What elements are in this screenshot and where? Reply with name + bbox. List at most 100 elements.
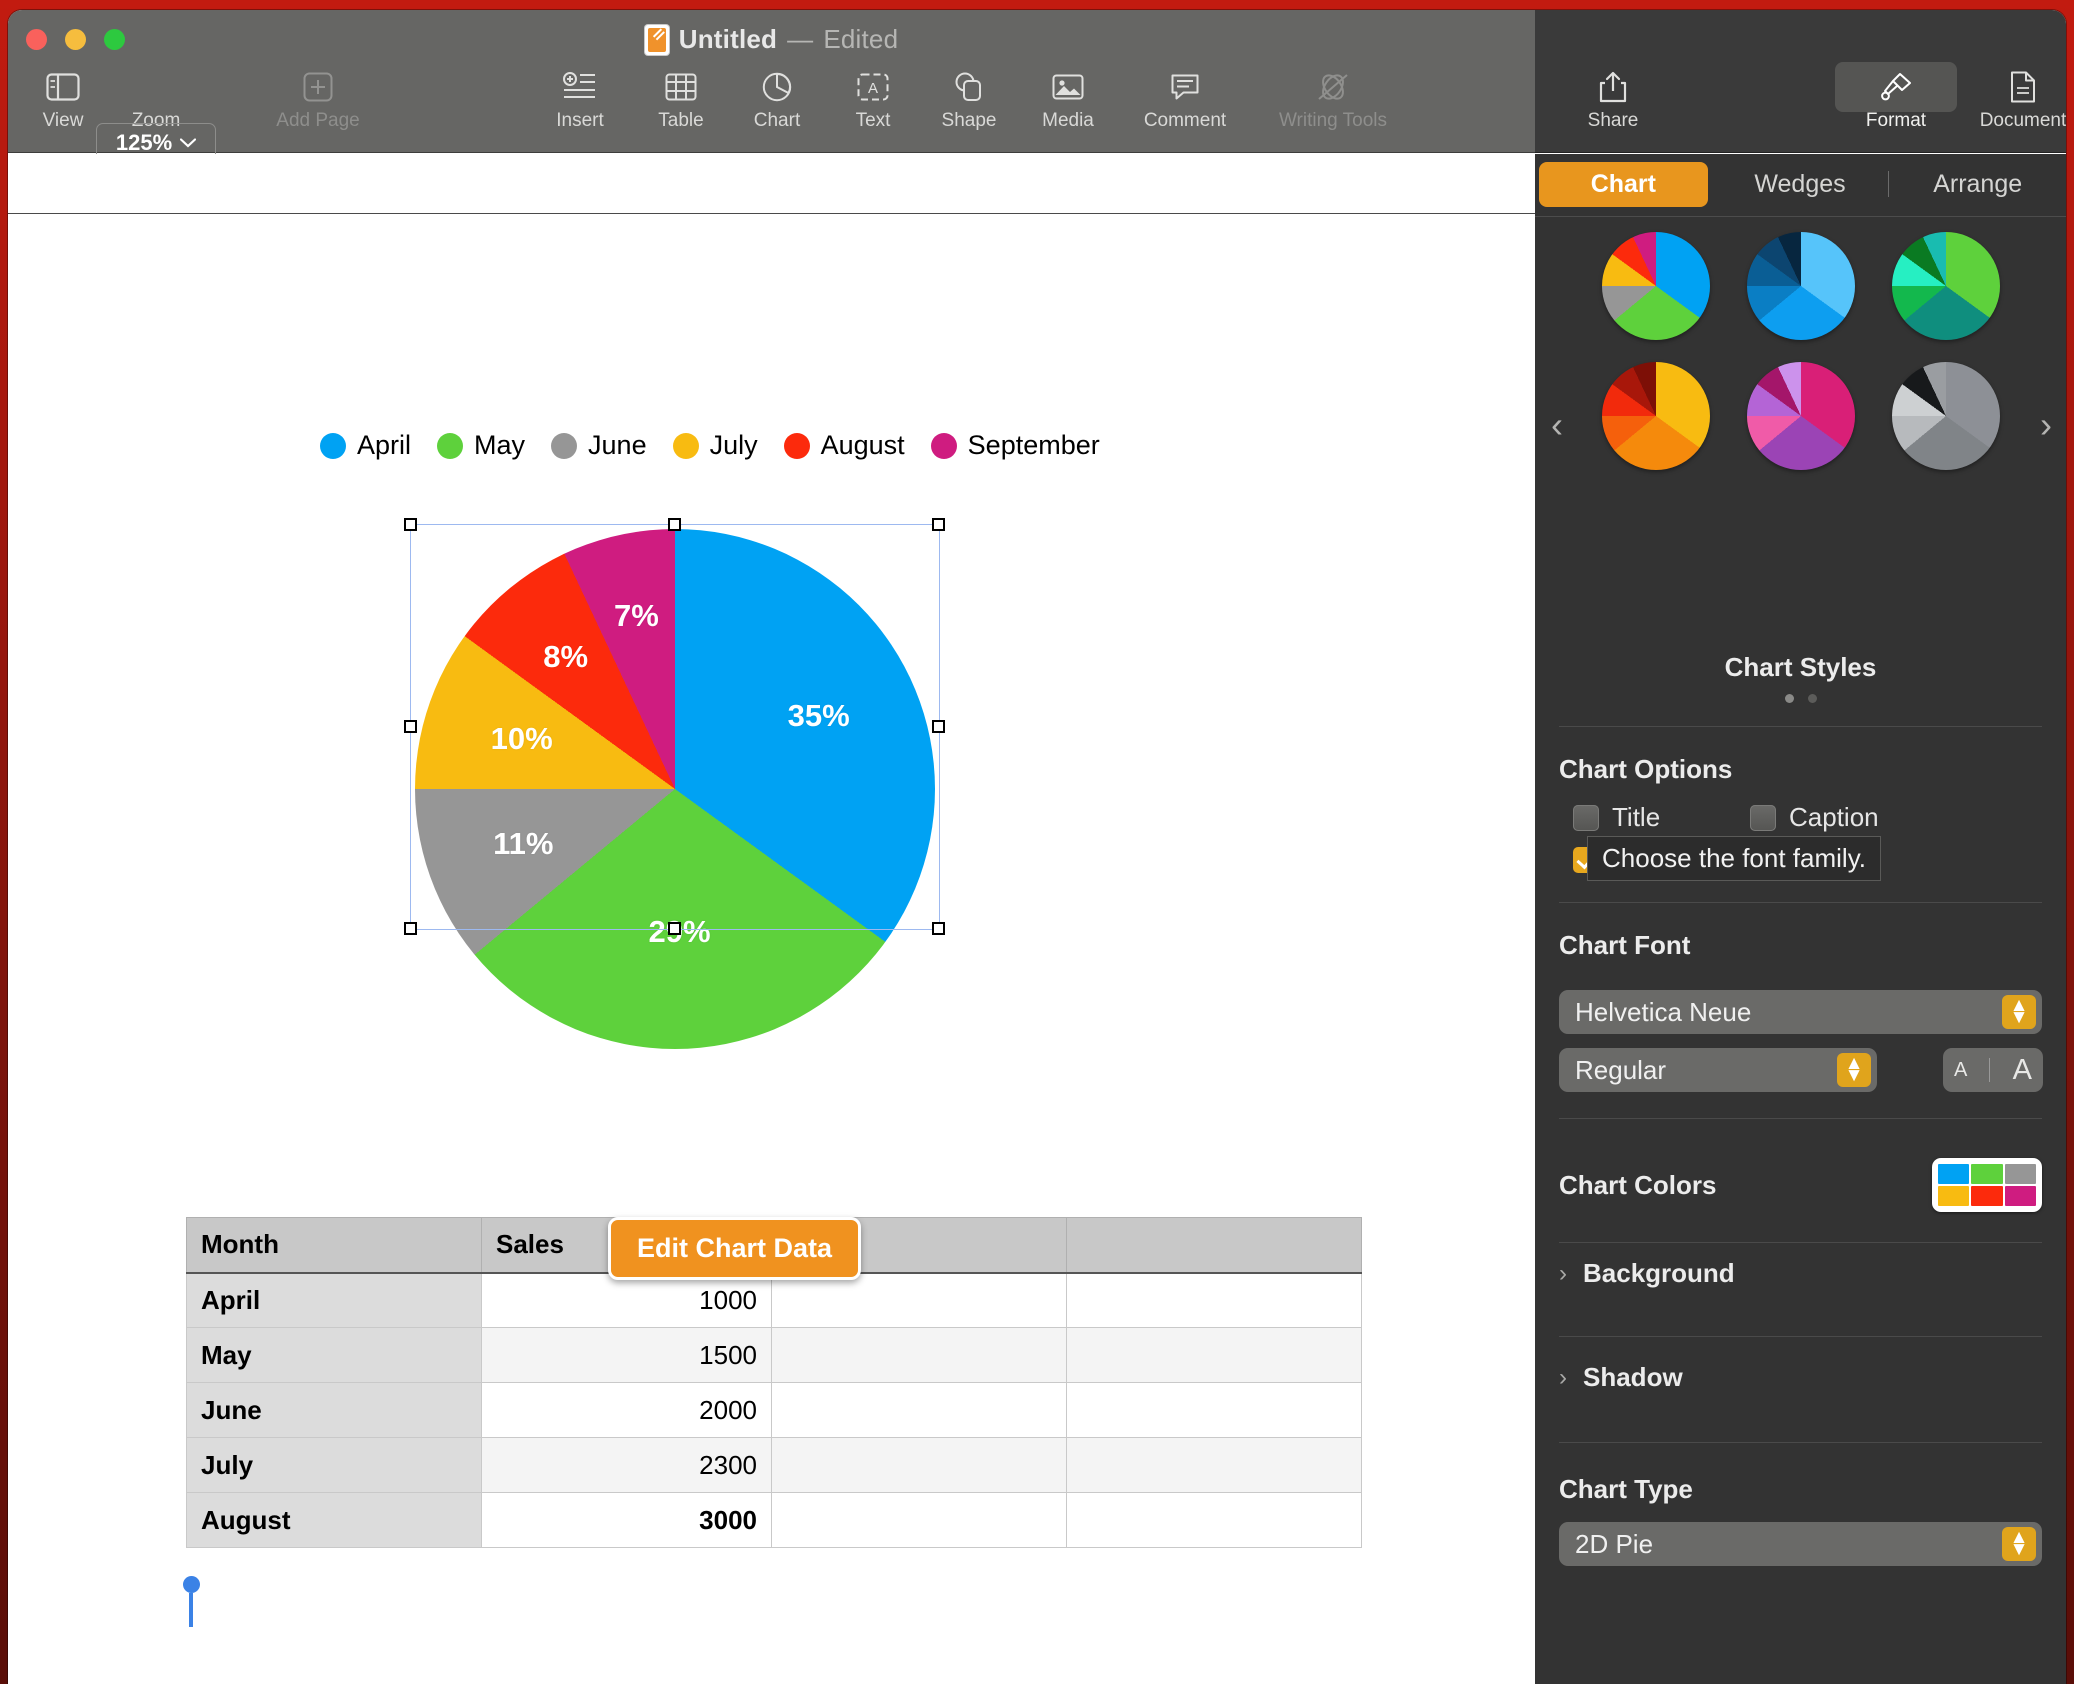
- cell-sales[interactable]: 3000: [481, 1492, 772, 1548]
- cell-month[interactable]: August: [186, 1492, 482, 1548]
- color-swatch: [1971, 1186, 2003, 1206]
- chart-style-thumb-1[interactable]: [1601, 232, 1710, 340]
- divider: [1559, 726, 2042, 727]
- legend-item-september[interactable]: September: [930, 430, 1100, 461]
- checkbox-caption[interactable]: Caption: [1750, 802, 1879, 833]
- tab-arrange[interactable]: Arrange: [1893, 162, 2062, 207]
- share-icon: [1599, 66, 1627, 108]
- chart-style-thumb-3[interactable]: [1891, 232, 2000, 340]
- checkbox-box[interactable]: [1750, 804, 1776, 831]
- checkbox-label: Title: [1612, 802, 1661, 832]
- legend-item-april[interactable]: April: [320, 430, 411, 461]
- legend-item-july[interactable]: July: [672, 430, 758, 461]
- chart-font-title: Chart Font: [1559, 930, 1691, 960]
- edit-chart-data-button[interactable]: Edit Chart Data: [608, 1217, 862, 1280]
- cell-col3[interactable]: [771, 1272, 1067, 1328]
- chart-type-label: Chart Type: [1559, 1474, 1693, 1504]
- page-dot-2[interactable]: [1807, 694, 1817, 703]
- chart-selection-frame[interactable]: [404, 518, 945, 935]
- resize-handle-middle-left[interactable]: [404, 720, 417, 733]
- cursor-handle-dot[interactable]: [183, 1576, 200, 1593]
- page-dot-1[interactable]: [1784, 694, 1794, 703]
- legend-label: June: [588, 430, 647, 460]
- divider: [1559, 1118, 2042, 1119]
- cell-col4[interactable]: [1066, 1382, 1362, 1438]
- toolbar-format-button[interactable]: Format: [1836, 66, 1956, 132]
- toolbar-media-button[interactable]: Media: [1008, 66, 1128, 132]
- chart-style-thumb-4[interactable]: [1601, 362, 1710, 470]
- cell-sales[interactable]: 2300: [481, 1437, 772, 1493]
- cell-month[interactable]: April: [186, 1272, 482, 1328]
- toolbar-add-page-button[interactable]: Add Page: [258, 66, 378, 132]
- decrease-font-size-button[interactable]: A: [1954, 1059, 1967, 1082]
- legend-item-june[interactable]: June: [551, 430, 647, 461]
- font-size-buttons[interactable]: A A: [1943, 1048, 2043, 1092]
- font-family-select[interactable]: Helvetica Neue ▲ ▼: [1559, 990, 2042, 1034]
- cell-col3[interactable]: [771, 1382, 1067, 1438]
- toolbar-comment-button[interactable]: Comment: [1125, 66, 1245, 132]
- cell-sales[interactable]: 1500: [481, 1327, 772, 1383]
- table-row[interactable]: June 2000: [186, 1382, 1362, 1438]
- background-section-toggle[interactable]: › Background: [1559, 1258, 1735, 1289]
- chart-style-thumb-2[interactable]: [1746, 232, 1855, 340]
- chart-style-thumb-5[interactable]: [1746, 362, 1855, 470]
- resize-handle-middle-right[interactable]: [932, 720, 945, 733]
- legend-swatch: [783, 432, 810, 459]
- chart-style-thumb-6[interactable]: [1891, 362, 2000, 470]
- checkbox-title[interactable]: Title: [1573, 802, 1660, 833]
- cell-month[interactable]: May: [186, 1327, 482, 1383]
- legend-item-may[interactable]: May: [437, 430, 525, 461]
- resize-handle-top-right[interactable]: [932, 518, 945, 531]
- resize-handle-bottom-left[interactable]: [404, 922, 417, 935]
- increase-font-size-button[interactable]: A: [2013, 1054, 2032, 1087]
- cell-col3[interactable]: [771, 1492, 1067, 1548]
- toolbar-view-label: View: [42, 110, 84, 131]
- table-row[interactable]: May 1500: [186, 1327, 1362, 1383]
- chevron-left-icon[interactable]: ‹: [1551, 404, 1563, 446]
- stepper-icon[interactable]: ▲ ▼: [2002, 995, 2036, 1029]
- legend-item-august[interactable]: August: [783, 430, 905, 461]
- table-row[interactable]: August 3000: [186, 1492, 1362, 1548]
- table-header-month[interactable]: Month: [186, 1217, 482, 1274]
- toolbar-writing-tools-label: Writing Tools: [1278, 110, 1388, 131]
- table-icon: [665, 66, 697, 108]
- font-style-select[interactable]: Regular ▲ ▼: [1559, 1048, 1877, 1092]
- toolbar-share-button[interactable]: Share: [1553, 66, 1673, 132]
- cell-month[interactable]: June: [186, 1382, 482, 1438]
- cell-col4[interactable]: [1066, 1272, 1362, 1328]
- checkbox-box[interactable]: [1573, 804, 1599, 831]
- chart-colors-swatch[interactable]: [1932, 1158, 2042, 1212]
- resize-handle-bottom-center[interactable]: [668, 922, 681, 935]
- cell-sales[interactable]: 2000: [481, 1382, 772, 1438]
- stepper-icon[interactable]: ▲ ▼: [1837, 1053, 1871, 1087]
- writing-tools-icon: [1316, 66, 1350, 108]
- tab-wedges[interactable]: Wedges: [1716, 162, 1885, 207]
- shadow-section-toggle[interactable]: › Shadow: [1559, 1362, 1683, 1393]
- cell-col4[interactable]: [1066, 1327, 1362, 1383]
- cell-col3[interactable]: [771, 1437, 1067, 1493]
- table-header-col4[interactable]: [1066, 1217, 1362, 1274]
- background-label: Background: [1583, 1258, 1735, 1288]
- toolbar-writing-tools-button[interactable]: Writing Tools: [1273, 66, 1393, 132]
- cell-sales[interactable]: 1000: [481, 1272, 772, 1328]
- document-canvas[interactable]: April May June July August September 35%…: [8, 154, 1535, 1684]
- cell-col4[interactable]: [1066, 1437, 1362, 1493]
- divider: [1989, 1058, 1991, 1082]
- toolbar: Untitled — Edited View Zoom 125% Add Pag…: [8, 10, 1535, 163]
- cell-col4[interactable]: [1066, 1492, 1362, 1548]
- toolbar-document-button[interactable]: Document: [1963, 66, 2066, 132]
- paintbrush-icon: [1880, 66, 1912, 108]
- tab-chart[interactable]: Chart: [1539, 161, 1708, 207]
- resize-handle-top-left[interactable]: [404, 518, 417, 531]
- chevron-right-icon[interactable]: ›: [2040, 404, 2052, 446]
- resize-handle-top-center[interactable]: [668, 518, 681, 531]
- chart-legend[interactable]: April May June July August September: [320, 430, 1100, 461]
- table-row[interactable]: April 1000: [186, 1272, 1362, 1328]
- chart-type-select[interactable]: 2D Pie ▲ ▼: [1559, 1522, 2042, 1566]
- table-row[interactable]: July 2300: [186, 1437, 1362, 1493]
- resize-handle-bottom-right[interactable]: [932, 922, 945, 935]
- cell-month[interactable]: July: [186, 1437, 482, 1493]
- toolbar-media-label: Media: [1042, 110, 1094, 131]
- stepper-icon[interactable]: ▲ ▼: [2002, 1527, 2036, 1561]
- cell-col3[interactable]: [771, 1327, 1067, 1383]
